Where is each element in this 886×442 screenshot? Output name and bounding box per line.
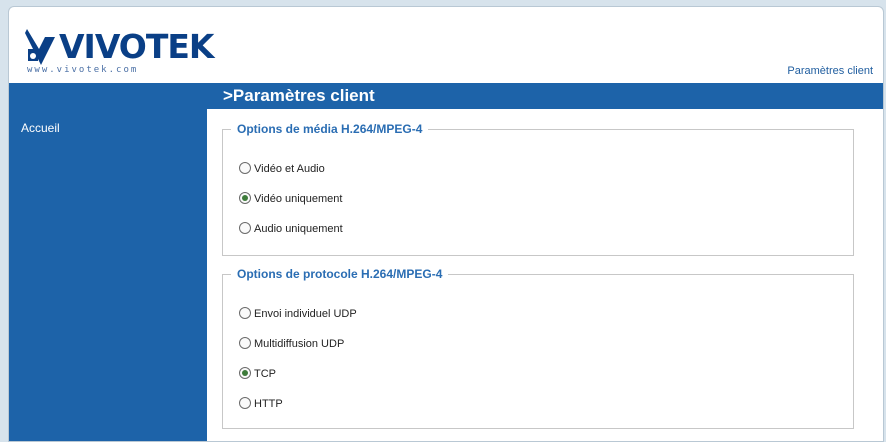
media-options-legend: Options de média H.264/MPEG-4 — [237, 122, 423, 136]
sidebar-item-home[interactable]: Accueil — [21, 121, 60, 135]
protocol-options-legend: Options de protocole H.264/MPEG-4 — [237, 267, 443, 281]
protocol-option-udp-multicast[interactable]: Multidiffusion UDP — [239, 337, 344, 351]
protocol-option-udp-unicast[interactable]: Envoi individuel UDP — [239, 307, 357, 321]
vivotek-logo[interactable]: VIVOTEK www.vivotek.com — [25, 19, 214, 89]
media-option-video-audio[interactable]: Vidéo et Audio — [239, 162, 325, 176]
radio-audio-only[interactable] — [239, 222, 251, 234]
header-link-client-settings[interactable]: Paramètres client — [787, 65, 873, 77]
media-options-group: Options de média H.264/MPEG-4 Vidéo et A… — [222, 122, 854, 256]
logo-text: VIVOTEK — [59, 27, 214, 66]
logo-mark-icon — [25, 29, 55, 65]
protocol-options-group: Options de protocole H.264/MPEG-4 Envoi … — [222, 267, 854, 429]
protocol-option-http[interactable]: HTTP — [239, 397, 283, 411]
radio-video-only[interactable] — [239, 192, 251, 204]
radio-video-audio[interactable] — [239, 162, 251, 174]
radio-tcp[interactable] — [239, 367, 251, 379]
page-title: >Paramètres client — [207, 83, 883, 109]
protocol-option-tcp[interactable]: TCP — [239, 367, 276, 381]
logo-url: www.vivotek.com — [27, 65, 139, 75]
radio-udp-multicast[interactable] — [239, 337, 251, 349]
radio-udp-unicast[interactable] — [239, 307, 251, 319]
media-option-audio-only[interactable]: Audio uniquement — [239, 222, 343, 236]
media-option-video-only[interactable]: Vidéo uniquement — [239, 192, 342, 206]
radio-http[interactable] — [239, 397, 251, 409]
sidebar: Accueil — [9, 83, 207, 441]
